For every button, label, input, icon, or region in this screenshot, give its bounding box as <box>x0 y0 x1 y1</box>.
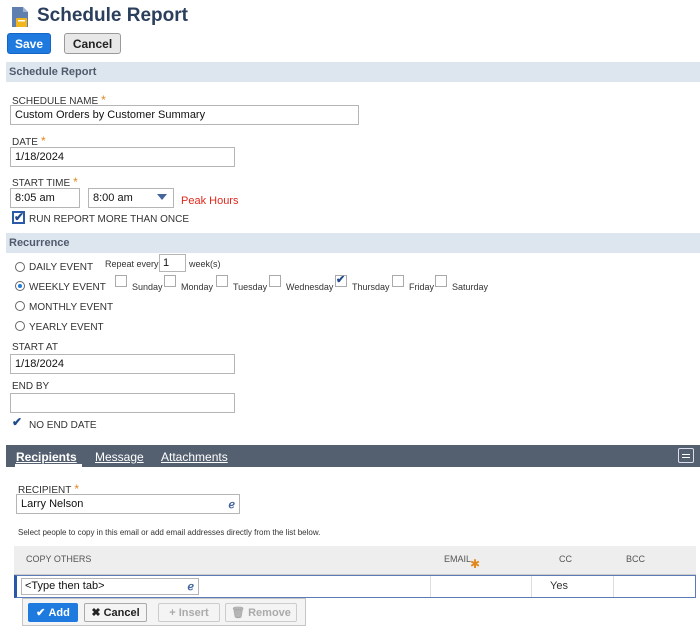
date-input[interactable]: 1/18/2024 <box>10 147 235 167</box>
tab-recipients[interactable]: Recipients <box>16 450 77 464</box>
help-text: Select people to copy in this email or a… <box>18 528 321 537</box>
day-checkbox-monday[interactable] <box>164 275 176 287</box>
start-time-label: START TIME * <box>12 175 78 189</box>
start-time-select[interactable]: 8:00 am <box>88 188 174 208</box>
recipient-select[interactable]: Larry Nelson ℯ <box>16 494 240 514</box>
checkmark-icon: ✔ <box>12 415 23 429</box>
tab-bar: Recipients Message Attachments <box>6 445 700 467</box>
end-by-input[interactable] <box>10 393 235 413</box>
add-button[interactable]: ✔ Add <box>28 603 78 622</box>
column-email: EMAIL <box>444 554 472 564</box>
weekly-event-radio[interactable] <box>15 281 25 291</box>
day-checkbox-tuesday[interactable] <box>216 275 228 287</box>
day-label-saturday: Saturday <box>452 282 489 292</box>
start-time-input[interactable]: 8:05 am <box>10 188 80 208</box>
peak-hours-text: Peak Hours <box>181 195 239 207</box>
day-label-wednesday: Wednesday <box>286 282 334 292</box>
date-label: DATE * <box>12 134 46 148</box>
repeat-every-input[interactable]: 1 <box>159 254 186 272</box>
no-end-date-label: NO END DATE <box>29 420 97 431</box>
page-title: Schedule Report <box>37 5 188 26</box>
schedule-name-input[interactable]: Custom Orders by Customer Summary <box>10 105 359 125</box>
day-checkbox-wednesday[interactable] <box>269 275 281 287</box>
column-divider <box>531 576 532 597</box>
day-label-sunday: Sunday <box>132 282 163 292</box>
column-cc: CC <box>559 554 572 564</box>
column-bcc: BCC <box>626 554 646 564</box>
column-divider <box>430 576 431 597</box>
column-divider <box>613 576 614 597</box>
column-copy-others: COPY OTHERS <box>26 554 92 564</box>
repeat-unit-label: week(s) <box>189 259 221 269</box>
no-end-date-checkbox[interactable]: ✔ <box>12 415 25 430</box>
dropdown-arrow-icon <box>157 194 167 200</box>
day-checkbox-saturday[interactable] <box>435 275 447 287</box>
required-icon: ✱ <box>470 557 481 571</box>
check-icon: ✔ <box>36 607 49 619</box>
grid-header: COPY OTHERS EMAIL ✱ CC BCC <box>14 546 696 575</box>
day-checkbox-friday[interactable] <box>392 275 404 287</box>
x-icon: ✖ <box>91 607 104 619</box>
double-chevron-down-icon: ℯ <box>187 581 194 593</box>
run-more-label: RUN REPORT MORE THAN ONCE <box>29 214 190 225</box>
table-row: <Type then tab> ℯ Yes <box>14 575 696 598</box>
checkmark-icon: ✔ <box>336 274 346 286</box>
menu-icon[interactable] <box>678 448 694 463</box>
remove-button[interactable]: 🗑 Remove <box>225 603 297 622</box>
schedule-section-header: Schedule Report <box>6 62 700 82</box>
run-more-checkbox[interactable]: ✔ <box>12 210 25 224</box>
report-icon <box>12 7 28 27</box>
insert-button[interactable]: + Insert <box>158 603 220 622</box>
tab-message[interactable]: Message <box>95 450 144 464</box>
daily-event-label: DAILY EVENT <box>29 262 94 273</box>
checkmark-icon: ✔ <box>14 210 25 224</box>
tab-attachments[interactable]: Attachments <box>161 450 228 464</box>
day-checkbox-thursday[interactable]: ✔ <box>335 274 347 287</box>
day-label-thursday: Thursday <box>352 282 390 292</box>
day-label-friday: Friday <box>409 282 435 292</box>
day-label-monday: Monday <box>181 282 214 292</box>
row-cancel-button[interactable]: ✖ Cancel <box>84 603 147 622</box>
daily-event-radio[interactable] <box>15 262 25 272</box>
recurrence-section-header: Recurrence <box>6 233 700 253</box>
repeat-every-label: Repeat every <box>105 259 159 269</box>
copy-others-select[interactable]: <Type then tab> ℯ <box>21 578 199 595</box>
monthly-event-radio[interactable] <box>15 301 25 311</box>
day-label-tuesday: Tuesday <box>233 282 268 292</box>
plus-icon: + <box>169 606 179 619</box>
yearly-event-label: YEARLY EVENT <box>29 322 104 333</box>
day-checkbox-sunday[interactable] <box>115 275 127 287</box>
cc-value[interactable]: Yes <box>550 580 568 592</box>
monthly-event-label: MONTHLY EVENT <box>29 302 114 313</box>
save-button[interactable]: Save <box>7 33 51 54</box>
row-controls: ✔ Add ✖ Cancel + Insert 🗑 Remove <box>22 598 306 626</box>
trash-icon: 🗑 <box>231 607 249 619</box>
double-chevron-down-icon: ℯ <box>228 499 235 511</box>
cancel-button[interactable]: Cancel <box>64 33 121 54</box>
end-by-label: END BY <box>12 381 50 392</box>
start-at-label: START AT <box>12 342 58 353</box>
weekly-event-label: WEEKLY EVENT <box>29 282 106 293</box>
start-at-input[interactable]: 1/18/2024 <box>10 354 235 374</box>
yearly-event-radio[interactable] <box>15 321 25 331</box>
active-tab-indicator <box>15 464 82 467</box>
